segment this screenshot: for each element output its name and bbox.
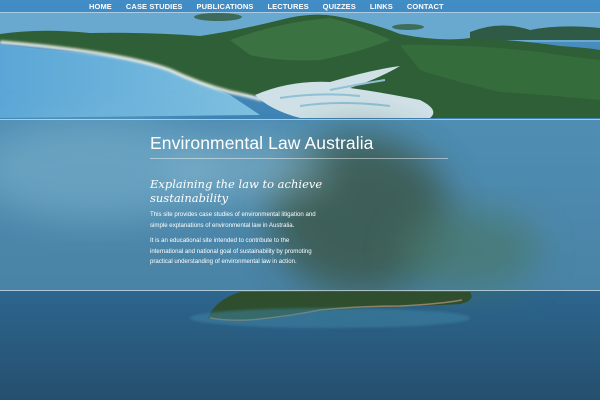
- intro-paragraph: It is an educational site intended to co…: [150, 237, 312, 265]
- hero-band: Environmental Law Australia Explaining t…: [0, 119, 600, 291]
- site-title: Environmental Law Australia: [150, 133, 374, 153]
- nav-case-studies-link[interactable]: CASE STUDIES: [126, 0, 183, 13]
- title-divider: [150, 158, 448, 159]
- nav-links-link[interactable]: LINKS: [370, 0, 393, 13]
- nav-home-link[interactable]: HOME: [89, 0, 112, 13]
- nav-publications-link[interactable]: PUBLICATIONS: [197, 0, 254, 13]
- nav-quizzes-link[interactable]: QUIZZES: [323, 0, 356, 13]
- tagline: Explaining the law to achieve sustainabi…: [150, 177, 323, 205]
- top-navigation: HOME CASE STUDIES PUBLICATIONS LECTURES …: [0, 0, 600, 13]
- intro-paragraph: This site provides case studies of envir…: [150, 211, 316, 229]
- nav-lectures-link[interactable]: LECTURES: [267, 0, 308, 13]
- nav-contact-link[interactable]: CONTACT: [407, 0, 444, 13]
- hero-content: Environmental Law Australia Explaining t…: [150, 120, 450, 268]
